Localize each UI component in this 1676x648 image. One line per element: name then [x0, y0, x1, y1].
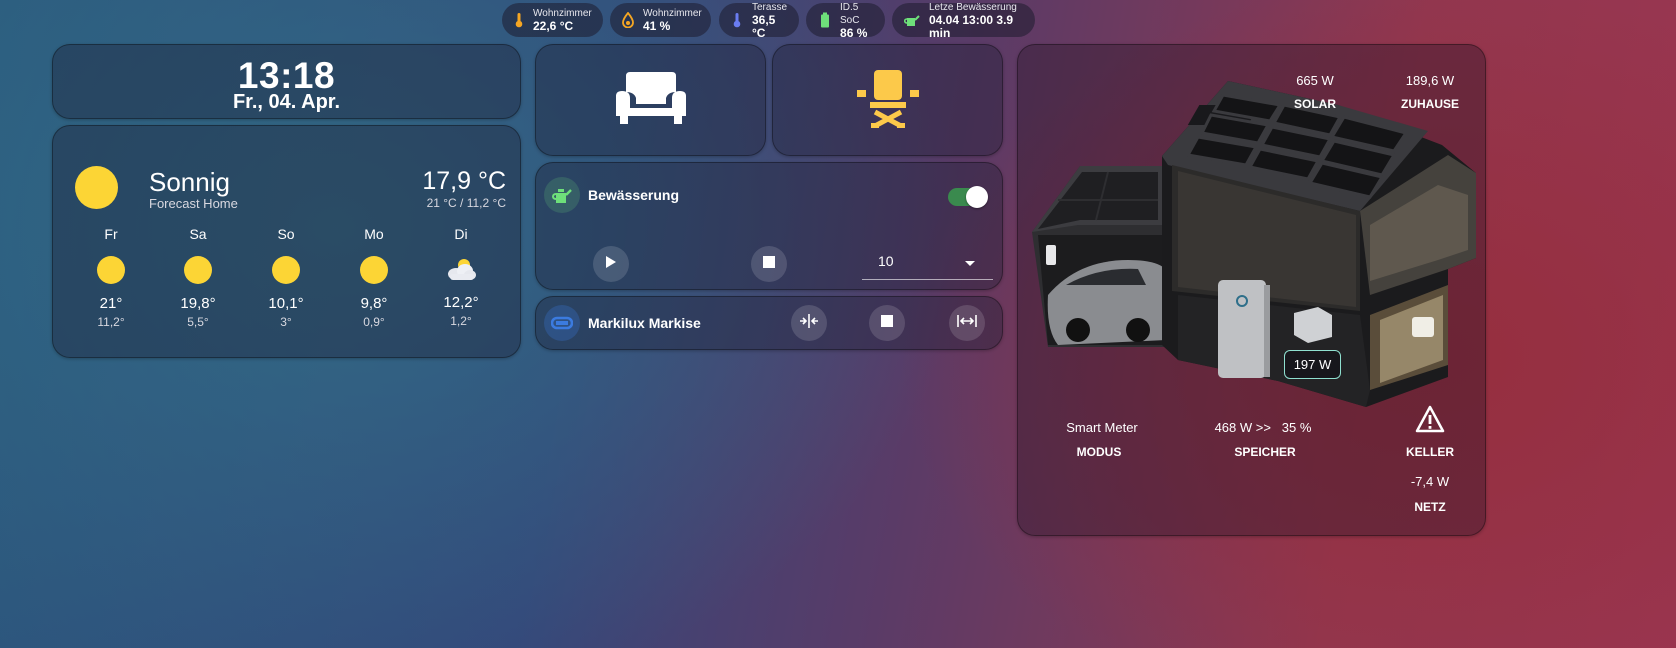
awning-card: Markilux Markise: [535, 296, 1003, 350]
forecast-day: So 10,1° 3°: [246, 226, 326, 329]
forecast-high: 10,1°: [268, 295, 304, 312]
awning-close-button[interactable]: [791, 305, 827, 341]
mode-label: MODUS: [1076, 445, 1122, 459]
forecast-low: 1,2°: [450, 314, 472, 328]
arrow-expand-horizontal-icon: [957, 313, 977, 334]
forecast-day: Fr 21° 11,2°: [71, 226, 151, 329]
storage-label: SPEICHER: [1234, 445, 1296, 459]
sun-icon: [272, 256, 300, 284]
chip-living-humidity[interactable]: Wohnzimmer 41 %: [610, 3, 711, 37]
solar-value: 665 W: [1296, 73, 1334, 88]
home-label: ZUHAUSE: [1400, 97, 1459, 111]
clock-date: Fr., 04. Apr.: [232, 91, 341, 113]
chip-living-temp[interactable]: Wohnzimmer 22,6 °C: [502, 3, 603, 37]
chip-car-soc[interactable]: ID.5 SoC 86 %: [806, 1, 885, 40]
thermometer-icon: [514, 12, 524, 28]
watering-can-icon: [904, 12, 920, 28]
awning-icon[interactable]: [544, 305, 580, 341]
forecast-low: 0,9°: [363, 315, 385, 329]
forecast-day: Mo 9,8° 0,9°: [334, 226, 414, 329]
play-icon: [605, 255, 617, 274]
desk-chair-icon: [856, 68, 919, 133]
solar-label: SOLAR: [1294, 97, 1336, 111]
office-chair-button[interactable]: [772, 44, 1003, 156]
warning-icon[interactable]: [1415, 405, 1445, 433]
forecast-low: 5,5°: [187, 315, 209, 329]
irrigation-stop-button[interactable]: [751, 246, 787, 282]
irrigation-duration-select[interactable]: 10: [862, 247, 993, 280]
weather-condition: Sonnig: [149, 167, 230, 197]
grid-label: NETZ: [1414, 500, 1446, 514]
chip-value: 36,5 °C: [751, 12, 776, 40]
forecast-high: 19,8°: [180, 295, 216, 312]
irrigation-title: Bewässerung: [588, 187, 680, 203]
chevron-down-icon: [965, 261, 975, 266]
watering-can-icon[interactable]: [544, 177, 580, 213]
forecast-low: 3°: [280, 315, 292, 329]
battery-power-badge: 197 W: [1284, 350, 1341, 379]
sun-icon: [360, 256, 388, 284]
chip-label: Letze Bewässerung: [929, 1, 1017, 13]
sun-icon: [184, 256, 212, 284]
stop-icon: [763, 255, 775, 273]
forecast-high: 21°: [99, 295, 123, 312]
chip-terrace-temp[interactable]: Terasse 36,5 °C: [719, 1, 799, 40]
chip-value: 22,6 °C: [533, 19, 574, 33]
weather-temperature: 17,9 °C: [422, 167, 506, 195]
chip-label: Terasse: [751, 1, 787, 13]
house-illustration: [1032, 81, 1476, 407]
chip-label: ID.5 SoC: [840, 1, 860, 26]
cloud-icon: [444, 255, 478, 283]
sofa-scene-button[interactable]: [535, 44, 766, 156]
forecast-day-name: So: [277, 226, 295, 242]
chip-value: 04.04 13:00 3.9 min: [929, 12, 1014, 40]
mode-value: Smart Meter: [1066, 420, 1138, 435]
chip-value: 41 %: [643, 19, 671, 33]
water-percent-icon: [622, 12, 634, 28]
chip-last-irrigation[interactable]: Letze Bewässerung 04.04 13:00 3.9 min: [892, 1, 1035, 40]
duration-value: 10: [878, 253, 894, 269]
weather-subtitle: Forecast Home: [149, 196, 238, 211]
thermometer-icon: [731, 12, 743, 28]
sun-icon: [97, 256, 125, 284]
battery-icon: [818, 12, 831, 28]
stop-icon: [881, 314, 893, 332]
forecast-day: Di 12,2° 1,2°: [421, 226, 501, 328]
forecast-day-name: Di: [454, 226, 468, 242]
sofa-icon: [615, 70, 686, 131]
forecast-high: 12,2°: [443, 294, 479, 311]
weather-range: 21 °C / 11,2 °C: [426, 196, 506, 210]
forecast-day-name: Sa: [189, 226, 207, 242]
irrigation-toggle[interactable]: [948, 186, 988, 208]
clock-card: 13:18 Fr., 04. Apr.: [52, 44, 521, 119]
cellar-label: KELLER: [1406, 445, 1454, 459]
awning-open-button[interactable]: [949, 305, 985, 341]
forecast-high: 9,8°: [360, 295, 388, 312]
irrigation-card: Bewässerung 10: [535, 162, 1003, 290]
forecast-low: 11,2°: [97, 315, 125, 329]
awning-title: Markilux Markise: [588, 315, 701, 331]
storage-value: 468 W >> 35 %: [1214, 420, 1312, 435]
grid-value: -7,4 W: [1410, 474, 1450, 489]
forecast-day-name: Fr: [104, 226, 118, 242]
irrigation-play-button[interactable]: [593, 246, 629, 282]
arrow-collapse-horizontal-icon: [799, 313, 819, 334]
forecast-day-name: Mo: [364, 226, 384, 242]
energy-card[interactable]: 665 W SOLAR 189,6 W ZUHAUSE 197 W Smart …: [1017, 44, 1486, 536]
weather-card[interactable]: Sonnig Forecast Home 17,9 °C 21 °C / 11,…: [52, 125, 521, 358]
sun-icon: [75, 166, 118, 209]
chip-value: 86 %: [840, 25, 868, 40]
forecast-day: Sa 19,8° 5,5°: [158, 226, 238, 329]
awning-stop-button[interactable]: [869, 305, 905, 341]
home-value: 189,6 W: [1405, 73, 1455, 88]
toggle-knob: [966, 186, 988, 208]
